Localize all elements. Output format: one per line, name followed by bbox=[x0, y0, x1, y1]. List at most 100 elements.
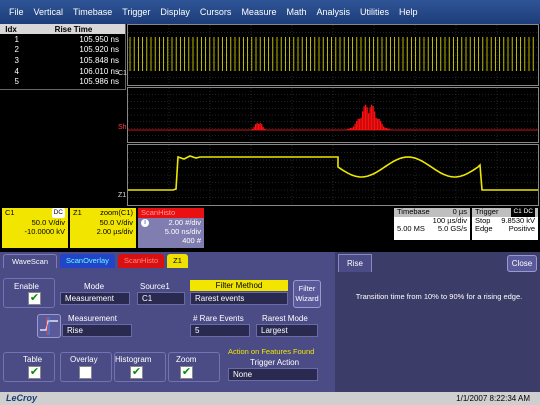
z1-vdiv: 50.0 V/div bbox=[99, 218, 133, 227]
enable-checkbox[interactable]: ✔ bbox=[28, 292, 41, 305]
menu-cursors[interactable]: Cursors bbox=[195, 7, 237, 17]
histogram-bar bbox=[359, 118, 361, 130]
row-index: 1 bbox=[14, 34, 19, 44]
c1-offset: -10.0000 kV bbox=[24, 227, 65, 236]
rare-events-field[interactable]: 5 bbox=[190, 324, 250, 337]
overlay-checkbox[interactable] bbox=[79, 366, 92, 379]
tab-rise[interactable]: Rise bbox=[338, 254, 372, 272]
sh-marker: Sh bbox=[118, 124, 127, 131]
close-button[interactable]: Close bbox=[507, 255, 537, 272]
source-field[interactable]: C1 bbox=[137, 292, 185, 305]
histogram-bar bbox=[371, 104, 373, 130]
histogram-bar bbox=[255, 124, 257, 130]
menu-help[interactable]: Help bbox=[394, 7, 423, 17]
trigger-action-field[interactable]: None bbox=[228, 368, 318, 381]
info-icon: i bbox=[141, 219, 149, 227]
histogram-bar bbox=[348, 128, 350, 130]
c1-trace bbox=[129, 37, 534, 71]
table-row[interactable]: 1 105.950 ns bbox=[0, 34, 125, 45]
measurement-field[interactable]: Rise bbox=[62, 324, 132, 337]
c1-vdiv: 50.0 V/div bbox=[31, 218, 65, 227]
menu-math[interactable]: Math bbox=[281, 7, 311, 17]
filter-method-field[interactable]: Rarest events bbox=[190, 292, 288, 305]
grid-c1[interactable] bbox=[127, 24, 539, 86]
timebase-descriptor[interactable]: Timebase 0 µs 100 µs/div 5.00 MS 5.0 GS/s bbox=[394, 208, 470, 240]
scanhisto-count: 400 # bbox=[182, 236, 201, 245]
histogram-bar bbox=[354, 123, 356, 130]
tab-wavescan[interactable]: WaveScan bbox=[3, 254, 57, 268]
histogram-bar bbox=[347, 129, 349, 130]
histogram-checkbox[interactable]: ✔ bbox=[130, 366, 143, 379]
histogram-bar bbox=[378, 118, 380, 130]
c1-marker: C1 bbox=[118, 70, 127, 77]
zoom-checkbox[interactable]: ✔ bbox=[180, 366, 193, 379]
menu-utilities[interactable]: Utilities bbox=[355, 7, 394, 17]
histogram-bar bbox=[252, 128, 254, 130]
grid-histogram[interactable] bbox=[127, 87, 539, 143]
menu-analysis[interactable]: Analysis bbox=[311, 7, 355, 17]
row-value: 106.010 ns bbox=[79, 66, 119, 76]
histogram-bar bbox=[351, 127, 353, 130]
menu-bar: File Vertical Timebase Trigger Display C… bbox=[0, 0, 540, 24]
menu-vertical[interactable]: Vertical bbox=[29, 7, 69, 17]
table-row[interactable]: 3 105.848 ns bbox=[0, 55, 125, 66]
histogram-bar bbox=[258, 124, 260, 130]
rarest-mode-label: Rarest Mode bbox=[262, 314, 308, 323]
menu-measure[interactable]: Measure bbox=[236, 7, 281, 17]
histogram-bar bbox=[362, 111, 364, 130]
trigger-slope: Positive bbox=[508, 224, 535, 233]
tab-scanhisto[interactable]: ScanHisto bbox=[117, 254, 165, 268]
rarest-mode-field[interactable]: Largest bbox=[256, 324, 318, 337]
tab-z1[interactable]: Z1 bbox=[167, 254, 188, 268]
scanhisto-tdiv: 5.00 ns/div bbox=[164, 227, 201, 236]
table-checkbox[interactable]: ✔ bbox=[28, 366, 41, 379]
menu-timebase[interactable]: Timebase bbox=[68, 7, 117, 17]
histogram-bar bbox=[386, 128, 388, 130]
histogram-bar bbox=[356, 120, 358, 130]
histogram-bar bbox=[383, 126, 385, 130]
grid-lines bbox=[128, 25, 538, 85]
histogram-bar bbox=[363, 106, 365, 130]
filter-wizard-button[interactable]: Filter Wizard bbox=[293, 280, 321, 308]
histogram-bars bbox=[249, 104, 394, 130]
zoom-label: Zoom bbox=[176, 355, 197, 364]
histogram-bar bbox=[360, 117, 362, 130]
measurement-icon[interactable] bbox=[37, 314, 61, 338]
grid-z1[interactable] bbox=[127, 144, 539, 206]
c1-coupling-tag: DC bbox=[51, 208, 65, 218]
table-header-rise-time: Rise Time bbox=[22, 24, 125, 34]
histogram-bar bbox=[375, 117, 377, 130]
filter-method-label: Filter Method bbox=[190, 280, 288, 291]
z1-tdiv: 2.00 µs/div bbox=[96, 227, 133, 236]
z1-trace-plot bbox=[128, 145, 538, 205]
mode-label: Mode bbox=[84, 282, 105, 291]
help-panel bbox=[338, 252, 540, 392]
row-index: 5 bbox=[14, 77, 19, 87]
table-row[interactable]: 5 105.986 ns bbox=[0, 76, 125, 87]
histogram-bar bbox=[384, 127, 386, 130]
menu-display[interactable]: Display bbox=[155, 7, 195, 17]
source-label: Source1 bbox=[140, 282, 170, 291]
row-value: 105.950 ns bbox=[79, 34, 119, 44]
menu-file[interactable]: File bbox=[4, 7, 29, 17]
histogram-bar bbox=[366, 107, 368, 130]
timebase-samples: 5.00 MS bbox=[397, 224, 425, 233]
logo: LeCroy bbox=[6, 393, 38, 403]
enable-label: Enable bbox=[14, 282, 39, 291]
overlay-label: Overlay bbox=[70, 355, 98, 364]
c1-descriptor[interactable]: C1 DC 50.0 V/div -10.0000 kV bbox=[2, 208, 68, 248]
menu-trigger[interactable]: Trigger bbox=[117, 7, 155, 17]
table-header-idx: Idx bbox=[0, 24, 22, 34]
mode-field[interactable]: Measurement bbox=[60, 292, 130, 305]
histogram-bar bbox=[387, 128, 389, 130]
histogram-bar bbox=[261, 124, 263, 130]
z1-descriptor[interactable]: Z1 zoom(C1) 50.0 V/div 2.00 µs/div bbox=[70, 208, 136, 248]
wavescan-panel: WaveScan ScanOverlay ScanHisto Z1 Enable… bbox=[0, 252, 335, 392]
histogram-bar bbox=[259, 122, 261, 130]
tab-scanoverlay[interactable]: ScanOverlay bbox=[60, 254, 115, 268]
table-row[interactable]: 4 106.010 ns bbox=[0, 66, 125, 77]
table-row[interactable]: 2 105.920 ns bbox=[0, 45, 125, 56]
scanhisto-descriptor[interactable]: ScanHisto i 2.00 #/div 5.00 ns/div 400 # bbox=[138, 208, 204, 248]
trigger-descriptor[interactable]: Trigger C1 DC Stop 9.8530 kV Edge Positive bbox=[472, 208, 538, 240]
row-value: 105.986 ns bbox=[79, 77, 119, 87]
